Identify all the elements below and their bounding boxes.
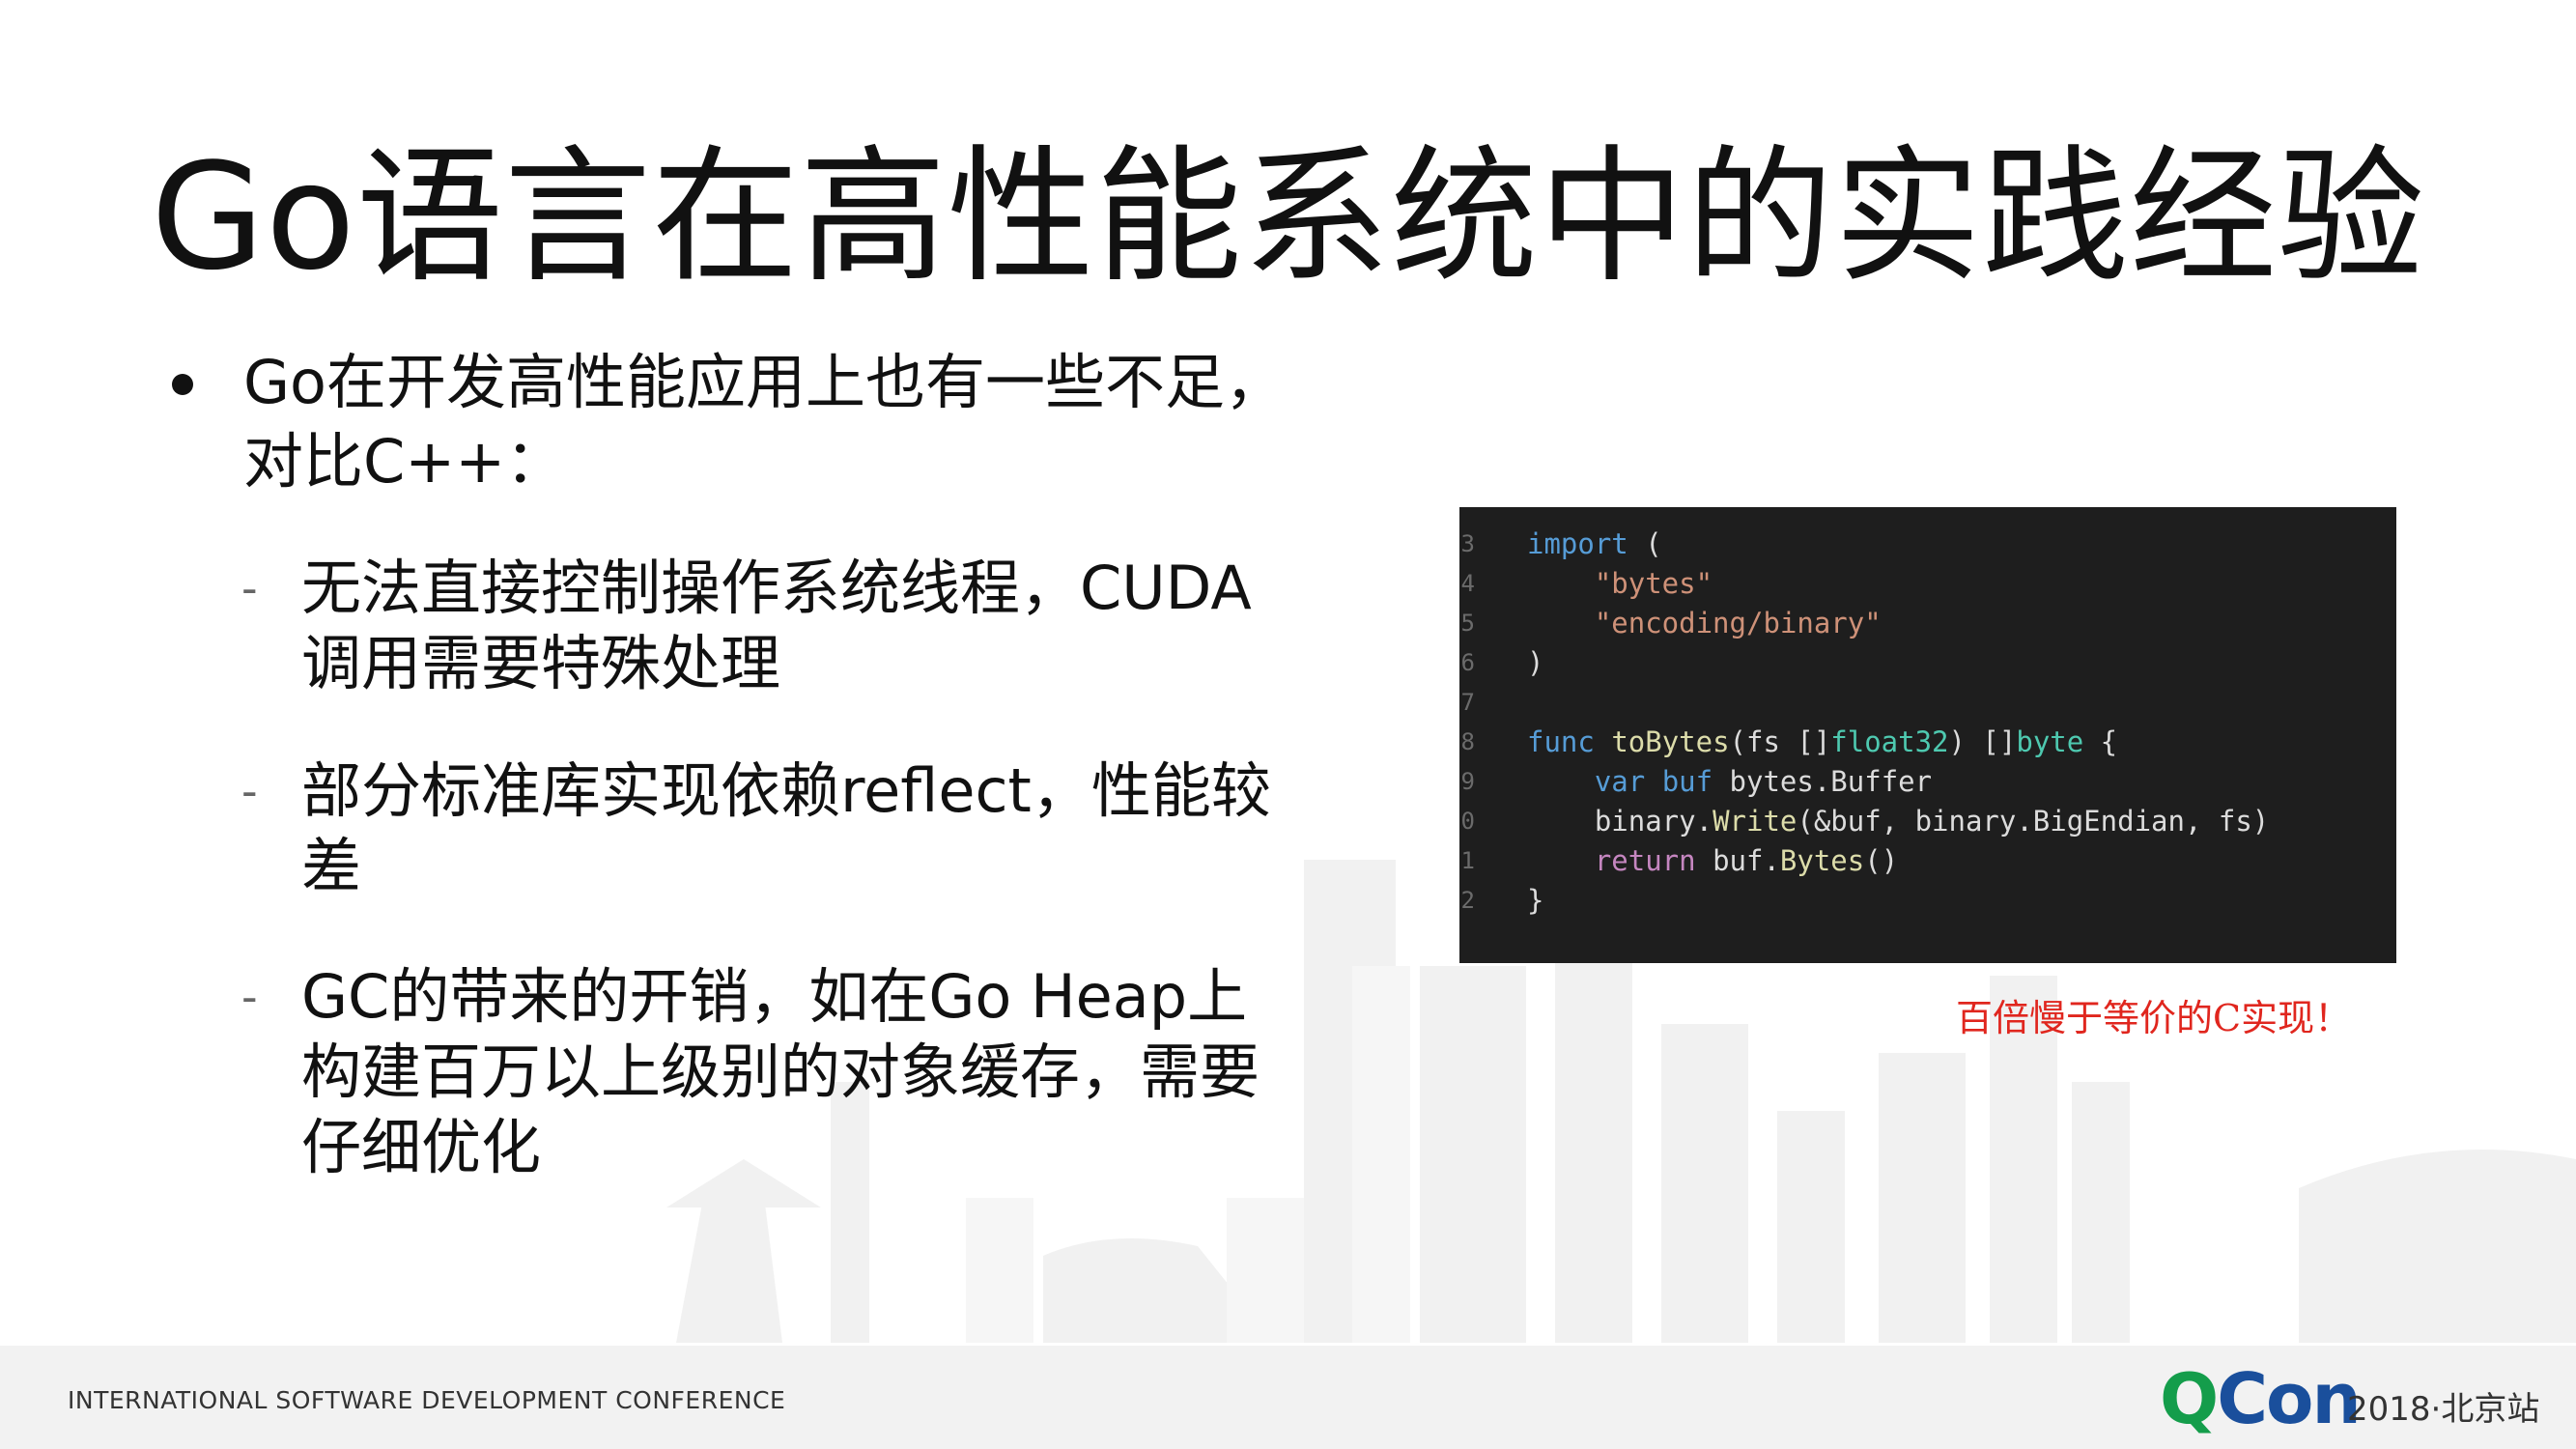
- code-line: var buf bytes.Buffer: [1527, 762, 2269, 802]
- code-token: import: [1527, 527, 1628, 560]
- code-line: }: [1527, 881, 2269, 921]
- line-number: 6: [1460, 649, 1475, 676]
- code-line: "bytes": [1527, 564, 2269, 604]
- code-token: {: [2083, 725, 2118, 758]
- code-line: func toBytes(fs []float32) []byte {: [1527, 723, 2269, 762]
- footer-bar: INTERNATIONAL SOFTWARE DEVELOPMENT CONFE…: [0, 1346, 2576, 1449]
- slide-title: Go语言在高性能系统中的实践经验: [151, 131, 2425, 302]
- code-token: byte: [2016, 725, 2084, 758]
- sub-bullet-text: 部分标准库实现依赖reflect，性能较差: [301, 755, 1271, 901]
- code-token: ) []: [1948, 725, 2017, 758]
- line-number: 3: [1460, 530, 1475, 557]
- line-number: 5: [1460, 610, 1475, 637]
- code-token: return: [1594, 844, 1696, 877]
- code-token: (fs []: [1729, 725, 1831, 758]
- line-number: 2: [1460, 887, 1475, 914]
- line-number: 8: [1460, 728, 1475, 755]
- code-token: bytes.Buffer: [1713, 765, 1933, 798]
- line-number: 1: [1460, 847, 1475, 874]
- code-line: "encoding/binary": [1527, 604, 2269, 643]
- line-number: 7: [1460, 689, 1475, 716]
- event-label: 2018·北京站: [2347, 1390, 2540, 1429]
- bullet-dot: [172, 374, 193, 395]
- code-token: float32: [1830, 725, 1949, 758]
- code-token: func: [1527, 725, 1595, 758]
- sub-bullet-text: GC的带来的开销，如在Go Heap上构建百万以上级别的对象缓存，需要仔细优化: [301, 961, 1260, 1182]
- qcon-logo: QCon: [2160, 1364, 2362, 1434]
- line-number: 4: [1460, 570, 1475, 597]
- code-note: 百倍慢于等价的C实现！: [1956, 997, 2352, 1039]
- code-token: (: [1628, 527, 1662, 560]
- line-number: 9: [1460, 768, 1475, 795]
- code-token: Write: [1713, 805, 1798, 838]
- code-token: Bytes: [1779, 844, 1865, 877]
- code-line: ): [1527, 643, 2269, 683]
- code-screenshot: 3 4 5 6 7 8 9 0 1 2 import ( "bytes" "encoding/bi…: [1459, 507, 2396, 963]
- sub-bullet-text: 无法直接控制操作系统线程，CUDA调用需要特殊处理: [301, 553, 1252, 698]
- code-line: import (: [1527, 525, 2269, 564]
- logo-con: Con: [2217, 1358, 2362, 1439]
- code-token: toBytes: [1611, 725, 1730, 758]
- code-block: import ( "bytes" "encoding/binary") func …: [1527, 525, 2269, 921]
- conference-name: INTERNATIONAL SOFTWARE DEVELOPMENT CONFE…: [68, 1386, 786, 1414]
- code-token: (): [1864, 844, 1899, 877]
- line-number: 0: [1460, 808, 1475, 835]
- code-token: buf: [1661, 765, 1713, 798]
- line-number-gutter: 3 4 5 6 7 8 9 0 1 2: [1459, 525, 1477, 921]
- code-token: (&buf, binary.BigEndian, fs): [1797, 805, 2270, 838]
- code-token: "bytes": [1594, 567, 1713, 600]
- main-bullet-text: Go在开发高性能应用上也有一些不足，对比C++：: [243, 347, 1285, 497]
- code-line: return buf.Bytes(): [1527, 841, 2269, 881]
- code-line: binary.Write(&buf, binary.BigEndian, fs): [1527, 802, 2269, 841]
- code-token: }: [1527, 884, 1544, 917]
- code-token: ): [1527, 646, 1544, 679]
- code-token: "encoding/binary": [1594, 607, 1882, 639]
- sub-bullet-marker: -: [241, 562, 258, 614]
- sub-bullet-marker: -: [241, 765, 258, 817]
- sub-bullet-marker: -: [241, 971, 258, 1023]
- code-token: buf.: [1695, 844, 1780, 877]
- logo-q: Q: [2160, 1358, 2219, 1439]
- code-token: var: [1594, 765, 1646, 798]
- code-token: binary.: [1527, 805, 1713, 838]
